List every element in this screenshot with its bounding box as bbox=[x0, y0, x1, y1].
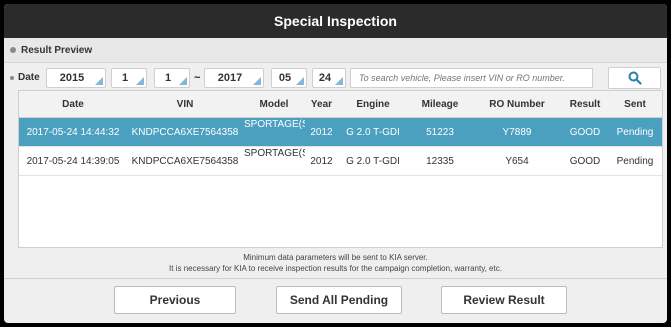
to-day-value: 24 bbox=[318, 72, 332, 84]
cell-result: GOOD bbox=[562, 117, 608, 147]
dropdown-corner-icon bbox=[296, 77, 304, 85]
dropdown-corner-icon bbox=[179, 77, 187, 85]
notice-text: Minimum data parameters will be sent to … bbox=[4, 252, 667, 274]
column-header-mileage: Mileage bbox=[408, 91, 472, 118]
cell-date: 2017-05-24 14:39:05 bbox=[19, 146, 127, 176]
column-header-result: Result bbox=[562, 91, 608, 118]
cell-model: SPORTAGE(SL) bbox=[243, 146, 305, 176]
cell-engine: G 2.0 T-GDI bbox=[338, 117, 408, 147]
dropdown-corner-icon bbox=[335, 77, 343, 85]
column-header-engine: Engine bbox=[338, 91, 408, 118]
column-header-sent: Sent bbox=[608, 91, 662, 118]
table-row[interactable]: 2017-05-24 14:44:32 KNDPCCA6XE7564358 SP… bbox=[19, 117, 662, 147]
to-day-select[interactable]: 24 bbox=[312, 68, 346, 88]
previous-button[interactable]: Previous bbox=[114, 286, 236, 314]
date-range-separator: ~ bbox=[194, 72, 201, 84]
cell-sent: Pending bbox=[608, 146, 662, 176]
from-year-select[interactable]: 2015 bbox=[46, 68, 106, 88]
cell-ro-number: Y654 bbox=[472, 146, 562, 176]
cell-year: 2012 bbox=[305, 146, 338, 176]
to-month-value: 05 bbox=[278, 72, 292, 84]
divider bbox=[4, 278, 667, 279]
review-result-button[interactable]: Review Result bbox=[441, 286, 567, 314]
special-inspection-window: Special Inspection Result Preview Date 2… bbox=[4, 4, 667, 323]
to-year-select[interactable]: 2017 bbox=[204, 68, 264, 88]
column-header-model: Model bbox=[243, 91, 305, 118]
cell-result: GOOD bbox=[562, 146, 608, 176]
cell-vin: KNDPCCA6XE7564358 bbox=[127, 146, 243, 176]
cell-mileage: 51223 bbox=[408, 117, 472, 147]
dropdown-corner-icon bbox=[253, 77, 261, 85]
column-header-date: Date bbox=[19, 91, 127, 118]
cell-ro-number: Y7889 bbox=[472, 117, 562, 147]
from-day-value: 1 bbox=[164, 72, 172, 84]
date-label-text: Date bbox=[18, 72, 40, 83]
to-month-select[interactable]: 05 bbox=[271, 68, 307, 88]
search-icon bbox=[628, 71, 642, 85]
cell-vin: KNDPCCA6XE7564358 bbox=[127, 117, 243, 147]
from-month-select[interactable]: 1 bbox=[111, 68, 147, 88]
cell-engine: G 2.0 T-GDI bbox=[338, 146, 408, 176]
search-input[interactable] bbox=[350, 68, 593, 88]
column-header-ro-number: RO Number bbox=[472, 91, 562, 118]
notice-line-2: It is necessary for KIA to receive inspe… bbox=[169, 264, 502, 273]
page-title: Special Inspection bbox=[274, 13, 397, 29]
date-label: Date bbox=[10, 72, 40, 83]
dropdown-corner-icon bbox=[136, 77, 144, 85]
results-table: Date VIN Model Year Engine Mileage RO Nu… bbox=[18, 90, 663, 248]
column-header-vin: VIN bbox=[127, 91, 243, 118]
bullet-icon bbox=[10, 47, 16, 53]
from-month-value: 1 bbox=[121, 72, 129, 84]
notice-line-1: Minimum data parameters will be sent to … bbox=[243, 253, 428, 262]
cell-year: 2012 bbox=[305, 117, 338, 147]
result-preview-label: Result Preview bbox=[21, 44, 93, 56]
cell-date: 2017-05-24 14:44:32 bbox=[19, 117, 127, 147]
cell-sent: Pending bbox=[608, 117, 662, 147]
bullet-icon bbox=[10, 75, 14, 80]
result-preview-header: Result Preview bbox=[4, 38, 667, 63]
column-header-year: Year bbox=[305, 91, 338, 118]
from-year-value: 2015 bbox=[59, 72, 85, 84]
dropdown-corner-icon bbox=[95, 77, 103, 85]
to-year-value: 2017 bbox=[217, 72, 243, 84]
table-row[interactable]: 2017-05-24 14:39:05 KNDPCCA6XE7564358 SP… bbox=[19, 146, 662, 176]
cell-model: SPORTAGE(SL) bbox=[243, 117, 305, 147]
title-bar: Special Inspection bbox=[4, 4, 667, 38]
cell-mileage: 12335 bbox=[408, 146, 472, 176]
date-filter-row: Date 2015 1 1 ~ 2017 05 24 bbox=[4, 63, 667, 93]
search-button[interactable] bbox=[608, 67, 661, 89]
table-header-row: Date VIN Model Year Engine Mileage RO Nu… bbox=[19, 91, 662, 118]
send-all-pending-button[interactable]: Send All Pending bbox=[276, 286, 402, 314]
from-day-select[interactable]: 1 bbox=[154, 68, 190, 88]
